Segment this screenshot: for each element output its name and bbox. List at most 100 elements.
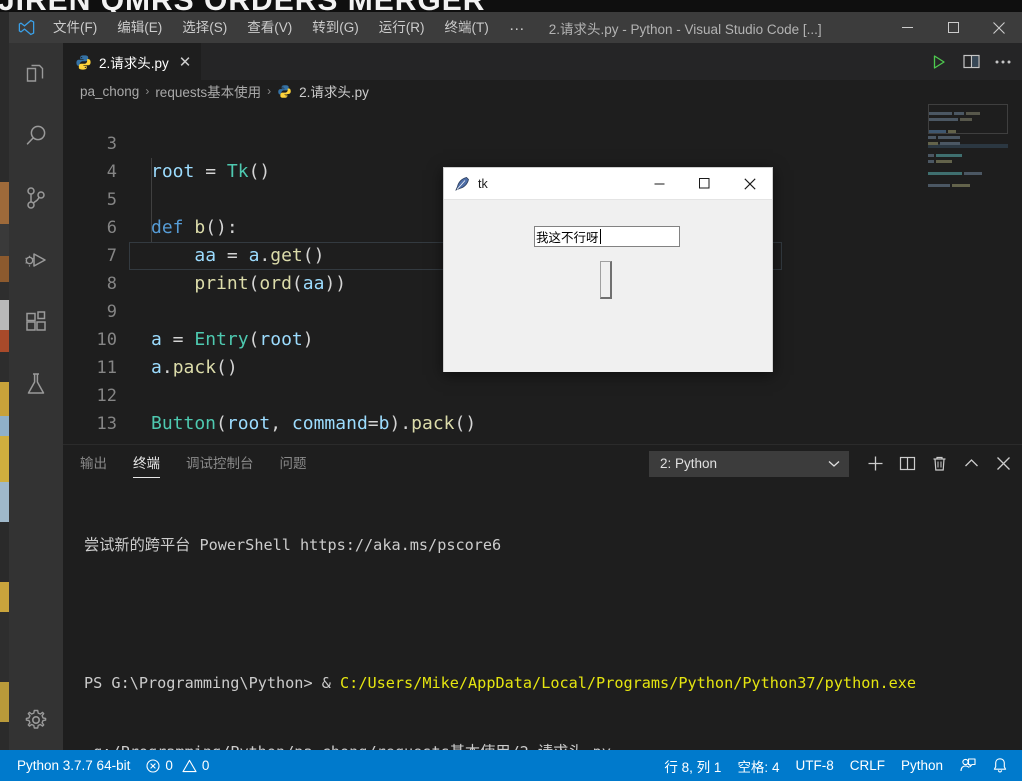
activity-bar — [9, 43, 63, 750]
warning-triangle-icon — [182, 759, 197, 772]
tab-terminal[interactable]: 终端 — [124, 445, 169, 482]
terminal-prompt: PS G:\Programming\Python> & — [84, 674, 341, 692]
flask-icon — [27, 373, 45, 394]
status-warning-count: 0 — [201, 758, 210, 773]
sidebar-item-explorer[interactable] — [9, 43, 63, 105]
menu-go[interactable]: 转到(G) — [302, 12, 369, 43]
status-notifications-button[interactable] — [984, 750, 1016, 781]
window-maximize-button[interactable] — [930, 12, 976, 43]
tab-output[interactable]: 输出 — [71, 445, 116, 482]
status-error-count: 0 — [165, 758, 173, 773]
bell-icon — [993, 758, 1007, 773]
tk-minimize-button[interactable] — [637, 168, 682, 199]
code-line: 13 — [63, 382, 1022, 434]
window-close-button[interactable] — [976, 12, 1022, 43]
bottom-panel: 输出 终端 调试控制台 问题 2: Python 尝试新的跨平台 PowerSh… — [63, 444, 1022, 751]
tk-dialog-title: tk — [478, 176, 488, 191]
vscode-logo-icon — [9, 12, 43, 43]
titlebar: 文件(F) 编辑(E) 选择(S) 查看(V) 转到(G) 运行(R) 终端(T… — [9, 12, 1022, 43]
menu-run[interactable]: 运行(R) — [369, 12, 435, 43]
manage-settings-button[interactable] — [9, 690, 63, 750]
sidebar-item-extensions[interactable] — [9, 291, 63, 353]
split-icon — [899, 456, 915, 471]
sidebar-item-testing[interactable] — [9, 353, 63, 415]
editor-tab-close-icon[interactable]: ✕ — [179, 55, 192, 70]
window-title: 2.请求头.py - Python - Visual Studio Code [… — [548, 21, 822, 37]
breadcrumb: pa_chong › requests基本使用 › 2.请求头.py — [63, 80, 1022, 102]
indent-guide — [151, 158, 152, 242]
panel-actions: 2: Python — [649, 445, 1017, 482]
tk-dialog-window[interactable]: tk 我这不行呀 — [443, 167, 773, 372]
terminal-output[interactable]: 尝试新的跨平台 PowerShell https://aka.ms/pscore… — [63, 482, 1022, 751]
files-icon — [26, 64, 44, 82]
menu-terminal[interactable]: 终端(T) — [435, 12, 499, 43]
menu-selection[interactable]: 选择(S) — [172, 12, 237, 43]
status-bar: Python 3.7.7 64-bit 0 0 行 8, 列 1 空格: 4 U… — [0, 750, 1022, 781]
terminal-selector-dropdown[interactable]: 2: Python — [649, 450, 849, 477]
terminal-line: PS G:\Programming\Python> & C:/Users/Mik… — [84, 672, 1022, 695]
status-python-version[interactable]: Python 3.7.7 64-bit — [9, 750, 138, 781]
split-editor-button[interactable] — [956, 47, 986, 77]
vscode-window: JIREN QMRS ORDERS MERGER 文件(F) 编辑(E) 选择(… — [0, 0, 1022, 781]
sidebar-item-run-debug[interactable] — [9, 229, 63, 291]
run-python-file-button[interactable] — [924, 47, 954, 77]
code-line: 14 root.mainloop() — [63, 410, 1022, 444]
background-banner-text: JIREN QMRS ORDERS MERGER — [0, 0, 485, 12]
tab-debug-console[interactable]: 调试控制台 — [177, 445, 263, 482]
run-triangle-icon — [933, 54, 945, 69]
terminal-line: 尝试新的跨平台 PowerShell https://aka.ms/pscore… — [84, 536, 502, 554]
panel-header: 输出 终端 调试控制台 问题 2: Python — [63, 445, 1022, 482]
ellipsis-icon — [995, 60, 1011, 63]
menu-view[interactable]: 查看(V) — [237, 12, 302, 43]
status-language-mode[interactable]: Python — [893, 750, 951, 781]
menu-edit[interactable]: 编辑(E) — [107, 12, 172, 43]
status-problems[interactable]: 0 0 — [138, 750, 217, 781]
trash-icon — [933, 456, 945, 471]
breadcrumb-item-1[interactable]: requests基本使用 — [155, 81, 261, 101]
status-bar-left: Python 3.7.7 64-bit 0 0 — [0, 750, 217, 781]
tk-dialog-body: 我这不行呀 — [444, 200, 772, 372]
tk-submit-button[interactable] — [600, 261, 612, 299]
status-feedback-button[interactable] — [951, 750, 984, 781]
gear-icon — [25, 709, 47, 729]
sidebar-item-source-control[interactable] — [9, 167, 63, 229]
breadcrumb-item-2[interactable]: 2.请求头.py — [299, 81, 369, 101]
close-panel-button[interactable] — [989, 450, 1017, 478]
status-encoding[interactable]: UTF-8 — [787, 750, 841, 781]
split-editor-icon — [962, 54, 980, 69]
tk-close-button[interactable] — [727, 168, 772, 199]
window-minimize-button[interactable] — [884, 12, 930, 43]
tab-problems[interactable]: 问题 — [271, 445, 316, 482]
python-file-icon — [278, 84, 291, 98]
status-indentation[interactable]: 空格: 4 — [729, 750, 787, 781]
status-cursor-position[interactable]: 行 8, 列 1 — [656, 750, 729, 781]
python-file-icon — [76, 54, 91, 70]
minimap[interactable] — [928, 102, 1008, 444]
text-caret — [599, 229, 601, 244]
tk-entry-input[interactable]: 我这不行呀 — [534, 226, 680, 247]
split-terminal-button[interactable] — [893, 450, 921, 478]
error-circle-icon — [146, 758, 160, 773]
feedback-icon — [960, 758, 976, 772]
background-window-top-strip: JIREN QMRS ORDERS MERGER — [0, 0, 1022, 12]
editor-tab-label: 2.请求头.py — [99, 56, 169, 71]
minimap-slider[interactable] — [928, 104, 1008, 134]
editor-tab-active[interactable]: 2.请求头.py ✕ — [63, 43, 202, 80]
run-debug-icon — [25, 253, 46, 267]
sidebar-item-search[interactable] — [9, 105, 63, 167]
code-line: 3 root = Tk() — [63, 102, 1022, 182]
breadcrumb-item-0[interactable]: pa_chong — [80, 84, 139, 99]
plus-icon — [868, 456, 882, 471]
close-icon — [996, 457, 1010, 470]
new-terminal-button[interactable] — [861, 450, 889, 478]
maximize-panel-button[interactable] — [957, 450, 985, 478]
menu-file[interactable]: 文件(F) — [43, 12, 107, 43]
menu-overflow-icon[interactable]: … — [499, 12, 535, 43]
tk-maximize-button[interactable] — [682, 168, 727, 199]
breadcrumb-separator-icon: › — [145, 84, 150, 98]
status-eol[interactable]: CRLF — [842, 750, 893, 781]
tk-feather-icon — [455, 176, 469, 191]
editor-more-actions-button[interactable] — [988, 47, 1018, 77]
editor-scrollbar[interactable] — [1008, 102, 1022, 444]
kill-terminal-button[interactable] — [925, 450, 953, 478]
